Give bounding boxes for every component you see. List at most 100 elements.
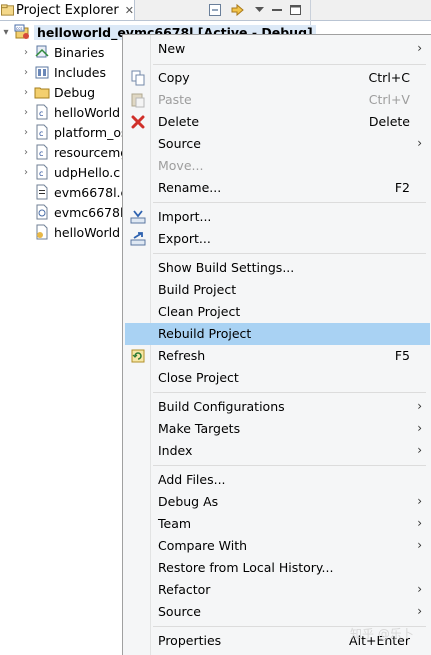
refresh-icon xyxy=(131,349,145,363)
tab-title: Project Explorer xyxy=(16,2,119,18)
tree-item-helloworld-c[interactable]: › c helloWorld xyxy=(20,102,120,122)
svg-text:c: c xyxy=(39,169,43,178)
submenu-arrow-icon: › xyxy=(417,421,422,435)
menu-item-clean-project[interactable]: Clean Project xyxy=(125,301,430,323)
menu-item-label: Refresh xyxy=(158,348,206,363)
menu-item-label: Debug As xyxy=(158,494,219,509)
menu-item-build-configurations[interactable]: Build Configurations › xyxy=(125,396,430,418)
minimize-icon[interactable] xyxy=(271,2,283,17)
menu-item-source-2[interactable]: Source › xyxy=(125,601,430,623)
chevron-right-icon[interactable]: › xyxy=(20,127,32,138)
folder-icon xyxy=(34,87,50,99)
menu-separator xyxy=(153,64,426,65)
tree-item-helloworld-xml[interactable]: helloWorld xyxy=(32,222,120,242)
svg-text:ccs: ccs xyxy=(16,26,22,31)
menu-item-label: Copy xyxy=(158,70,190,85)
binaries-icon xyxy=(35,45,49,58)
menu-item-copy[interactable]: Copy Ctrl+C xyxy=(125,67,430,89)
menu-item-import[interactable]: Import... xyxy=(125,206,430,228)
tree-item-label: platform_os xyxy=(54,124,128,140)
menu-item-label: Properties xyxy=(158,633,222,648)
menu-item-refresh[interactable]: Refresh F5 xyxy=(125,345,430,367)
tree-item-platform-os[interactable]: › c platform_os xyxy=(20,122,128,142)
menu-item-move[interactable]: Move... xyxy=(125,155,430,177)
submenu-arrow-icon: › xyxy=(417,582,422,596)
project-explorer-icon xyxy=(1,4,15,16)
submenu-arrow-icon: › xyxy=(417,399,422,413)
chevron-right-icon[interactable]: › xyxy=(20,167,32,178)
shortcut-label: F5 xyxy=(394,348,410,363)
shortcut-label: Ctrl+V xyxy=(368,92,410,107)
menu-item-label: Compare With xyxy=(158,538,248,553)
menu-item-label: Build Project xyxy=(158,282,237,297)
submenu-arrow-icon: › xyxy=(417,604,422,618)
copy-icon xyxy=(131,70,145,86)
menu-item-new[interactable]: New › xyxy=(125,38,430,60)
maximize-icon[interactable] xyxy=(288,2,302,17)
shortcut-label: Delete xyxy=(368,114,410,129)
tree-item-label: evmc6678l. xyxy=(54,204,128,220)
svg-text:c: c xyxy=(39,149,43,158)
tree-item-evmc6678l-cfg[interactable]: evmc6678l. xyxy=(32,202,127,222)
menu-item-label: Index xyxy=(158,443,193,458)
tree-item-includes[interactable]: › Includes xyxy=(20,62,106,82)
menu-item-refactor[interactable]: Refactor › xyxy=(125,579,430,601)
chevron-right-icon[interactable]: › xyxy=(20,67,32,78)
menu-item-label: Rebuild Project xyxy=(158,326,252,341)
close-icon[interactable]: ✕ xyxy=(125,4,134,17)
svg-text:c: c xyxy=(39,129,43,138)
tree-item-label: evm6678l.c xyxy=(54,184,128,200)
view-tab-bar: Project Explorer ✕ xyxy=(0,0,431,21)
chevron-right-icon[interactable]: › xyxy=(20,47,32,58)
menu-item-make-targets[interactable]: Make Targets › xyxy=(125,418,430,440)
tree-item-resourcemgr[interactable]: › c resourcemg xyxy=(20,142,128,162)
c-file-icon: c xyxy=(36,144,48,160)
view-menu-icon[interactable] xyxy=(253,2,265,17)
menu-item-label: Add Files... xyxy=(158,472,226,487)
chevron-right-icon[interactable]: › xyxy=(20,107,32,118)
export-icon xyxy=(130,232,146,246)
menu-item-close-project[interactable]: Close Project xyxy=(125,367,430,389)
menu-item-label: Build Configurations xyxy=(158,399,285,414)
menu-item-debug-as[interactable]: Debug As › xyxy=(125,491,430,513)
menu-item-compare-with[interactable]: Compare With › xyxy=(125,535,430,557)
tree-item-label: resourcemg xyxy=(54,144,129,160)
menu-item-restore-history[interactable]: Restore from Local History... xyxy=(125,557,430,579)
xml-file-icon xyxy=(36,224,48,240)
watermark: 知乎 @乐卜 xyxy=(350,627,414,641)
tree-item-debug[interactable]: › Debug xyxy=(20,82,95,102)
cmd-file-icon xyxy=(36,184,48,200)
paste-icon xyxy=(131,93,145,108)
menu-item-delete[interactable]: Delete Delete xyxy=(125,111,430,133)
menu-item-build-project[interactable]: Build Project xyxy=(125,279,430,301)
submenu-arrow-icon: › xyxy=(417,538,422,552)
menu-item-rename[interactable]: Rename... F2 xyxy=(125,177,430,199)
menu-item-show-build-settings[interactable]: Show Build Settings... xyxy=(125,257,430,279)
shortcut-label: F2 xyxy=(394,180,410,195)
menu-item-rebuild-project[interactable]: Rebuild Project xyxy=(125,323,430,345)
submenu-arrow-icon: › xyxy=(417,136,422,150)
submenu-arrow-icon: › xyxy=(417,494,422,508)
menu-item-export[interactable]: Export... xyxy=(125,228,430,250)
collapse-all-icon[interactable] xyxy=(208,2,222,17)
chevron-down-icon[interactable]: ▾ xyxy=(0,27,12,38)
tree-item-label: Debug xyxy=(54,84,96,100)
submenu-arrow-icon: › xyxy=(417,516,422,530)
tree-item-label: helloWorld xyxy=(54,224,121,240)
menu-item-paste[interactable]: Paste Ctrl+V xyxy=(125,89,430,111)
chevron-right-icon[interactable]: › xyxy=(20,147,32,158)
project-explorer-tab[interactable]: Project Explorer ✕ xyxy=(0,0,135,20)
menu-item-label: Restore from Local History... xyxy=(158,560,334,575)
menu-item-source[interactable]: Source › xyxy=(125,133,430,155)
submenu-arrow-icon: › xyxy=(417,41,422,55)
menu-item-index[interactable]: Index › xyxy=(125,440,430,462)
menu-item-add-files[interactable]: Add Files... xyxy=(125,469,430,491)
chevron-right-icon[interactable]: › xyxy=(20,87,32,98)
tree-item-binaries[interactable]: › Binaries xyxy=(20,42,104,62)
menu-item-team[interactable]: Team › xyxy=(125,513,430,535)
link-with-editor-icon[interactable] xyxy=(229,2,245,17)
tree-item-udphello[interactable]: › c udpHello.c xyxy=(20,162,120,182)
menu-item-label: Refactor xyxy=(158,582,211,597)
tree-item-evm6678l-cmd[interactable]: evm6678l.c xyxy=(32,182,127,202)
delete-icon xyxy=(131,115,145,129)
